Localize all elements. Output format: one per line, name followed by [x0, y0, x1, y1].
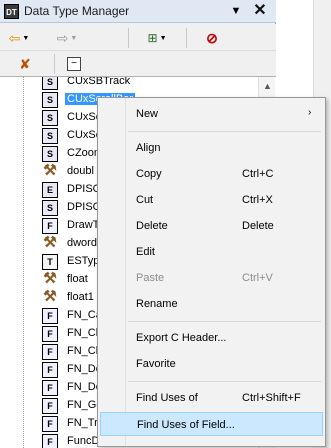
collapse-icon: −: [67, 57, 81, 71]
menu-item-label: Paste: [136, 272, 165, 284]
tree-item-label: FN_Cl: [67, 327, 99, 339]
back-button[interactable]: ⇦ ▼: [4, 28, 34, 48]
tree-item-label: DPISC: [67, 201, 101, 213]
type-e-icon: E: [42, 182, 58, 198]
type-s-icon: S: [42, 110, 58, 126]
scroll-up-icon[interactable]: ▲: [259, 77, 276, 95]
back-arrow-icon: ⇦: [8, 29, 21, 46]
submenu-arrow-icon: ›: [308, 107, 312, 118]
tree-item-label: FuncD: [67, 435, 100, 447]
menu-item-shortcut: Ctrl+V: [242, 272, 273, 284]
tree-item-label: CUxSBTrack: [67, 76, 131, 87]
type-f-icon: F: [42, 326, 58, 342]
chevron-down-icon: ▼: [159, 34, 167, 42]
menu-item-align[interactable]: Align: [100, 136, 323, 160]
tree-item-label: doubl: [67, 165, 94, 177]
type-s-icon: S: [42, 146, 58, 162]
close-icon[interactable]: ✕: [250, 2, 270, 20]
menu-item-find-uses-of-field[interactable]: Find Uses of Field...: [100, 412, 323, 436]
menu-item-label: Export C Header...: [136, 332, 227, 344]
context-menu: New › Align Copy Ctrl+C Cut Ctrl+X Delete Delete…: [97, 97, 326, 447]
delete-type-button[interactable]: ✘: [14, 54, 36, 74]
type-f-icon: F: [42, 380, 58, 396]
tree-item-label: DrawT: [67, 219, 100, 231]
menu-item-label: Delete: [136, 220, 168, 232]
menu-separator: [128, 321, 321, 322]
type-s-icon: S: [42, 92, 58, 108]
type-f-icon: F: [42, 344, 58, 360]
menu-item-label: Cut: [136, 194, 154, 206]
chevron-down-icon: ▼: [70, 34, 78, 42]
basic-type-icon: ⚒: [43, 288, 57, 305]
menu-item-find-uses-of[interactable]: Find Uses of Ctrl+Shift+F: [100, 386, 323, 410]
menu-item-label: Copy: [136, 168, 162, 180]
collapse-button[interactable]: −: [64, 54, 84, 74]
tree-item-label: float: [67, 273, 88, 285]
type-s-icon: S: [42, 200, 58, 216]
type-s-icon: S: [42, 128, 58, 144]
filter-button[interactable]: ⊘: [202, 28, 222, 48]
basic-type-icon: ⚒: [43, 234, 57, 251]
title-bar: DT Data Type Manager ▼ ✕: [0, 0, 276, 23]
forward-button[interactable]: ⇨ ▼: [52, 28, 82, 48]
menu-item-edit[interactable]: Edit: [100, 240, 323, 264]
menu-item-label: Find Uses of Field...: [137, 419, 235, 431]
type-t-icon: T: [42, 254, 58, 270]
menu-item-shortcut: Delete: [242, 220, 274, 232]
filter-off-icon: ⊘: [206, 29, 218, 46]
forward-arrow-icon: ⇨: [56, 29, 69, 46]
type-s-icon: S: [42, 77, 58, 90]
app-icon: DT: [4, 4, 19, 19]
structure-icon: ⊞: [147, 31, 158, 45]
menu-item-export-c-header[interactable]: Export C Header...: [100, 326, 323, 350]
type-f-icon: F: [42, 362, 58, 378]
tree-item-label: DPISC: [67, 183, 101, 195]
menu-item-cut[interactable]: Cut Ctrl+X: [100, 188, 323, 212]
menu-item-new[interactable]: New ›: [100, 102, 323, 126]
tree-item-label: FN_Cl: [67, 345, 99, 357]
basic-type-icon: ⚒: [43, 270, 57, 287]
tree-item-label: FN_Tr: [67, 417, 98, 429]
tree-item-label: dword: [67, 237, 97, 249]
window-title: Data Type Manager: [24, 4, 130, 18]
tree-item-label: ESTyp: [67, 255, 100, 267]
type-f-icon: F: [42, 398, 58, 414]
menu-item-label: Edit: [136, 246, 155, 258]
menu-item-label: Align: [136, 142, 161, 154]
type-f-icon: F: [42, 416, 58, 432]
menu-item-label: New: [136, 108, 159, 120]
toolbar-separator: [186, 28, 187, 48]
toolbar: ⇦ ▼ ⇨ ▼ ⊞ ▼ ⊘ ✘ −: [0, 24, 276, 76]
type-f-icon: F: [42, 434, 58, 448]
menu-item-delete[interactable]: Delete Delete: [100, 214, 323, 238]
chevron-down-icon: ▼: [22, 34, 30, 42]
menu-item-shortcut: Ctrl+Shift+F: [242, 392, 301, 404]
menu-item-label: Find Uses of: [136, 392, 198, 404]
tree-item-label: float1: [67, 291, 94, 303]
type-f-icon: F: [42, 308, 58, 324]
chevron-down-icon[interactable]: ▼: [228, 4, 244, 19]
type-f-icon: F: [42, 218, 58, 234]
toolbar-divider: [0, 50, 276, 51]
menu-item-copy[interactable]: Copy Ctrl+C: [100, 162, 323, 186]
menu-item-favorite[interactable]: Favorite: [100, 352, 323, 376]
menu-item-label: Rename: [136, 298, 178, 310]
toolbar-separator: [128, 28, 129, 48]
menu-item-label: Favorite: [136, 358, 176, 370]
basic-type-icon: ⚒: [43, 162, 57, 179]
delete-type-icon: ✘: [19, 55, 31, 72]
tree-item[interactable]: S CUxSBTrack: [0, 76, 276, 91]
structure-button[interactable]: ⊞ ▼: [140, 28, 174, 48]
menu-separator: [128, 131, 321, 132]
menu-item-shortcut: Ctrl+X: [242, 194, 273, 206]
menu-item-rename[interactable]: Rename: [100, 292, 323, 316]
menu-separator: [128, 381, 321, 382]
toolbar-separator: [54, 54, 55, 74]
menu-item-paste[interactable]: Paste Ctrl+V: [100, 266, 323, 290]
menu-item-shortcut: Ctrl+C: [242, 168, 274, 180]
tree-guide-line: [23, 76, 24, 448]
